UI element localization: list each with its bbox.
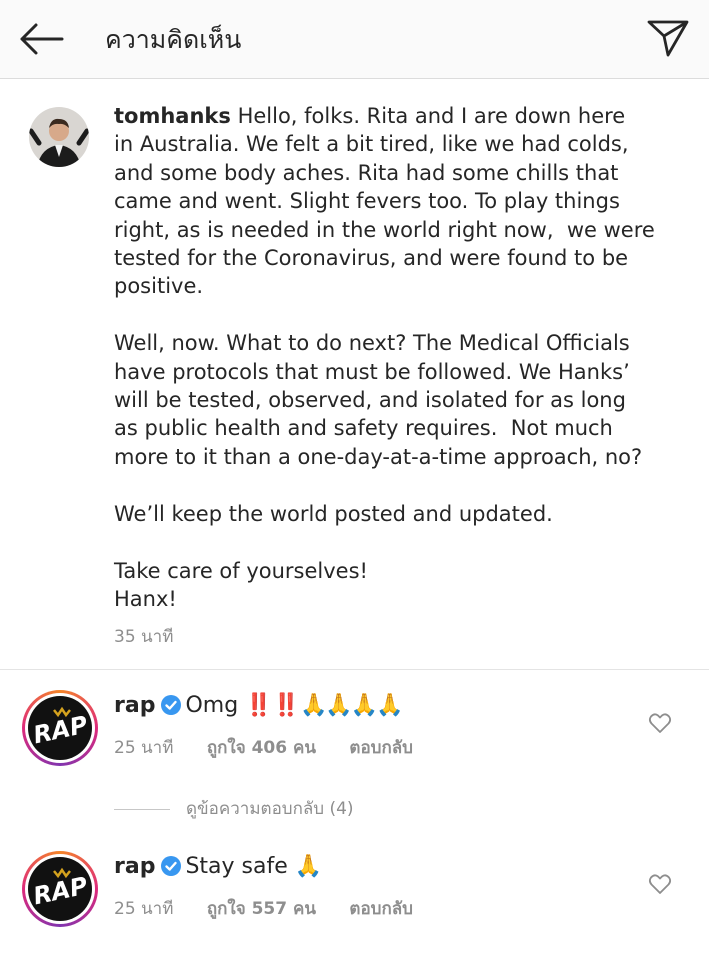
caption-text: tomhanks Hello, folks. Rita and I are do… [114, 102, 694, 613]
rap-logo-icon: RAP [28, 696, 92, 760]
comment-body: Stay safe [185, 854, 295, 879]
paper-plane-icon[interactable] [646, 16, 690, 60]
profile-photo-icon [29, 107, 89, 167]
heart-icon[interactable] [648, 712, 672, 734]
comment-body: Omg [185, 693, 246, 718]
reply-button[interactable]: ตอบกลับ [349, 899, 413, 919]
divider-line [114, 808, 170, 810]
post-caption: tomhanks Hello, folks. Rita and I are do… [0, 80, 709, 670]
caption-body: Hello, folks. Rita and I are down here i… [114, 104, 655, 611]
reply-button[interactable]: ตอบกลับ [349, 738, 413, 758]
svg-text:RAP: RAP [31, 710, 91, 749]
comment-likes[interactable]: ถูกใจ 557 คน [207, 899, 316, 919]
rap-logo-icon: RAP [28, 857, 92, 921]
avatar[interactable]: RAP [22, 690, 98, 766]
comment-item: RAP rap Omg ‼️‼️🙏🙏🙏🙏 25 นาที ถูกใจ 406 คน… [0, 690, 709, 810]
comment-meta: 25 นาที ถูกใจ 557 คน ตอบกลับ [114, 895, 441, 922]
view-replies-link[interactable]: ดูข้อความตอบกลับ (4) [114, 795, 354, 822]
comment-timestamp: 25 นาที [114, 738, 174, 758]
comment-meta: 25 นาที ถูกใจ 406 คน ตอบกลับ [114, 734, 441, 761]
arrow-left-icon[interactable] [16, 18, 66, 60]
page-title: ความคิดเห็น [105, 25, 242, 54]
view-replies-label: ดูข้อความตอบกลับ (4) [186, 799, 354, 819]
double-exclamation-emoji: ‼️‼️ [245, 693, 300, 718]
comment-item: RAP rap Stay safe 🙏 25 นาที ถูกใจ 557 คน … [0, 851, 709, 971]
header-bar: ความคิดเห็น [0, 0, 709, 79]
comment-timestamp: 25 นาที [114, 899, 174, 919]
comment-text: rap Stay safe 🙏 [114, 851, 322, 883]
folded-hands-emoji: 🙏🙏🙏🙏 [299, 693, 404, 718]
caption-username[interactable]: tomhanks [114, 104, 231, 128]
comment-text: rap Omg ‼️‼️🙏🙏🙏🙏 [114, 690, 404, 722]
avatar[interactable] [29, 107, 89, 167]
comment-likes[interactable]: ถูกใจ 406 คน [207, 738, 316, 758]
comment-username[interactable]: rap [114, 854, 155, 879]
comment-username[interactable]: rap [114, 693, 155, 718]
svg-text:RAP: RAP [31, 871, 91, 910]
verified-badge-icon [161, 856, 182, 876]
avatar[interactable]: RAP [22, 851, 98, 927]
heart-icon[interactable] [648, 873, 672, 895]
caption-timestamp: 35 นาที [114, 627, 174, 647]
folded-hands-emoji: 🙏 [294, 854, 322, 879]
verified-badge-icon [161, 695, 182, 715]
